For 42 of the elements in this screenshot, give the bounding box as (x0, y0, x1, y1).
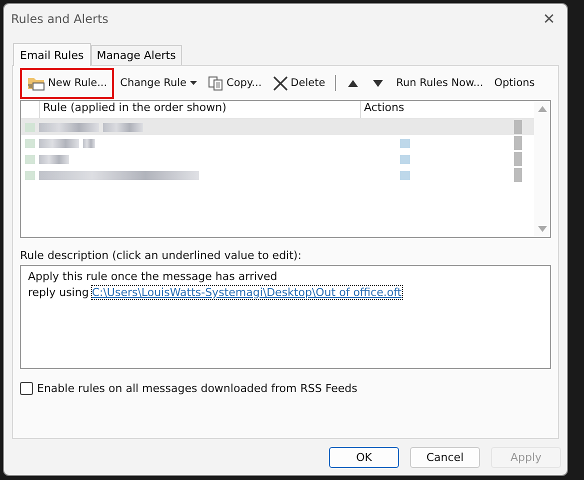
checkbox[interactable] (20, 382, 33, 395)
toolbar-button[interactable]: Change Rule (115, 71, 202, 95)
window-title: Rules and Alerts (11, 12, 108, 26)
column-header[interactable]: Rule (applied in the order shown) (40, 101, 361, 118)
rule-row[interactable] (21, 119, 534, 135)
copy-icon (208, 76, 224, 90)
dialog-button[interactable]: Cancel (410, 447, 480, 468)
delete-icon (272, 76, 288, 90)
toolbar-button[interactable]: Options (489, 71, 540, 95)
redacted-text (39, 154, 69, 164)
scroll-up-icon[interactable] (538, 106, 546, 112)
description-text: reply using (28, 286, 89, 299)
scrollbar[interactable] (534, 101, 550, 237)
redacted-text (514, 120, 522, 134)
redacted-text (39, 138, 79, 148)
caret-icon (190, 81, 197, 85)
description-text: Apply this rule once the message has arrived (28, 270, 278, 283)
scroll-down-icon[interactable] (538, 226, 546, 232)
toolbar-button[interactable]: New Rule... (20, 68, 114, 98)
close-button[interactable]: ✕ (531, 9, 567, 29)
description-label: Rule description (click an underlined value to edit): (20, 249, 302, 262)
up-triangle-icon (348, 80, 358, 86)
redacted-text (39, 122, 99, 132)
redacted-checkbox (25, 154, 35, 164)
column-header[interactable]: Actions (361, 101, 534, 118)
redacted-text (83, 138, 95, 148)
redacted-text (514, 168, 522, 182)
folder-icon (27, 76, 45, 90)
redacted-checkbox (25, 138, 35, 148)
file-link[interactable]: C:\Users\LouisWatts-Systemagi\Desktop\Out of office.oft (92, 286, 402, 299)
down-triangle-icon (373, 80, 384, 86)
dialog-button[interactable]: OK (329, 447, 399, 468)
tab[interactable]: Manage Alerts (90, 45, 182, 65)
redacted-text (514, 152, 522, 166)
redacted-text (514, 136, 522, 150)
toolbar-button[interactable]: Copy... (202, 70, 267, 96)
checkbox-label: Enable rules on all messages downloaded from RSS Feeds (37, 382, 358, 395)
toolbar-button[interactable]: Delete (268, 70, 330, 96)
redacted-text (103, 122, 143, 132)
toolbar-button[interactable]: Run Rules Now... (391, 71, 488, 95)
redacted-checkbox (25, 170, 35, 180)
tab[interactable]: Email Rules (13, 43, 91, 66)
